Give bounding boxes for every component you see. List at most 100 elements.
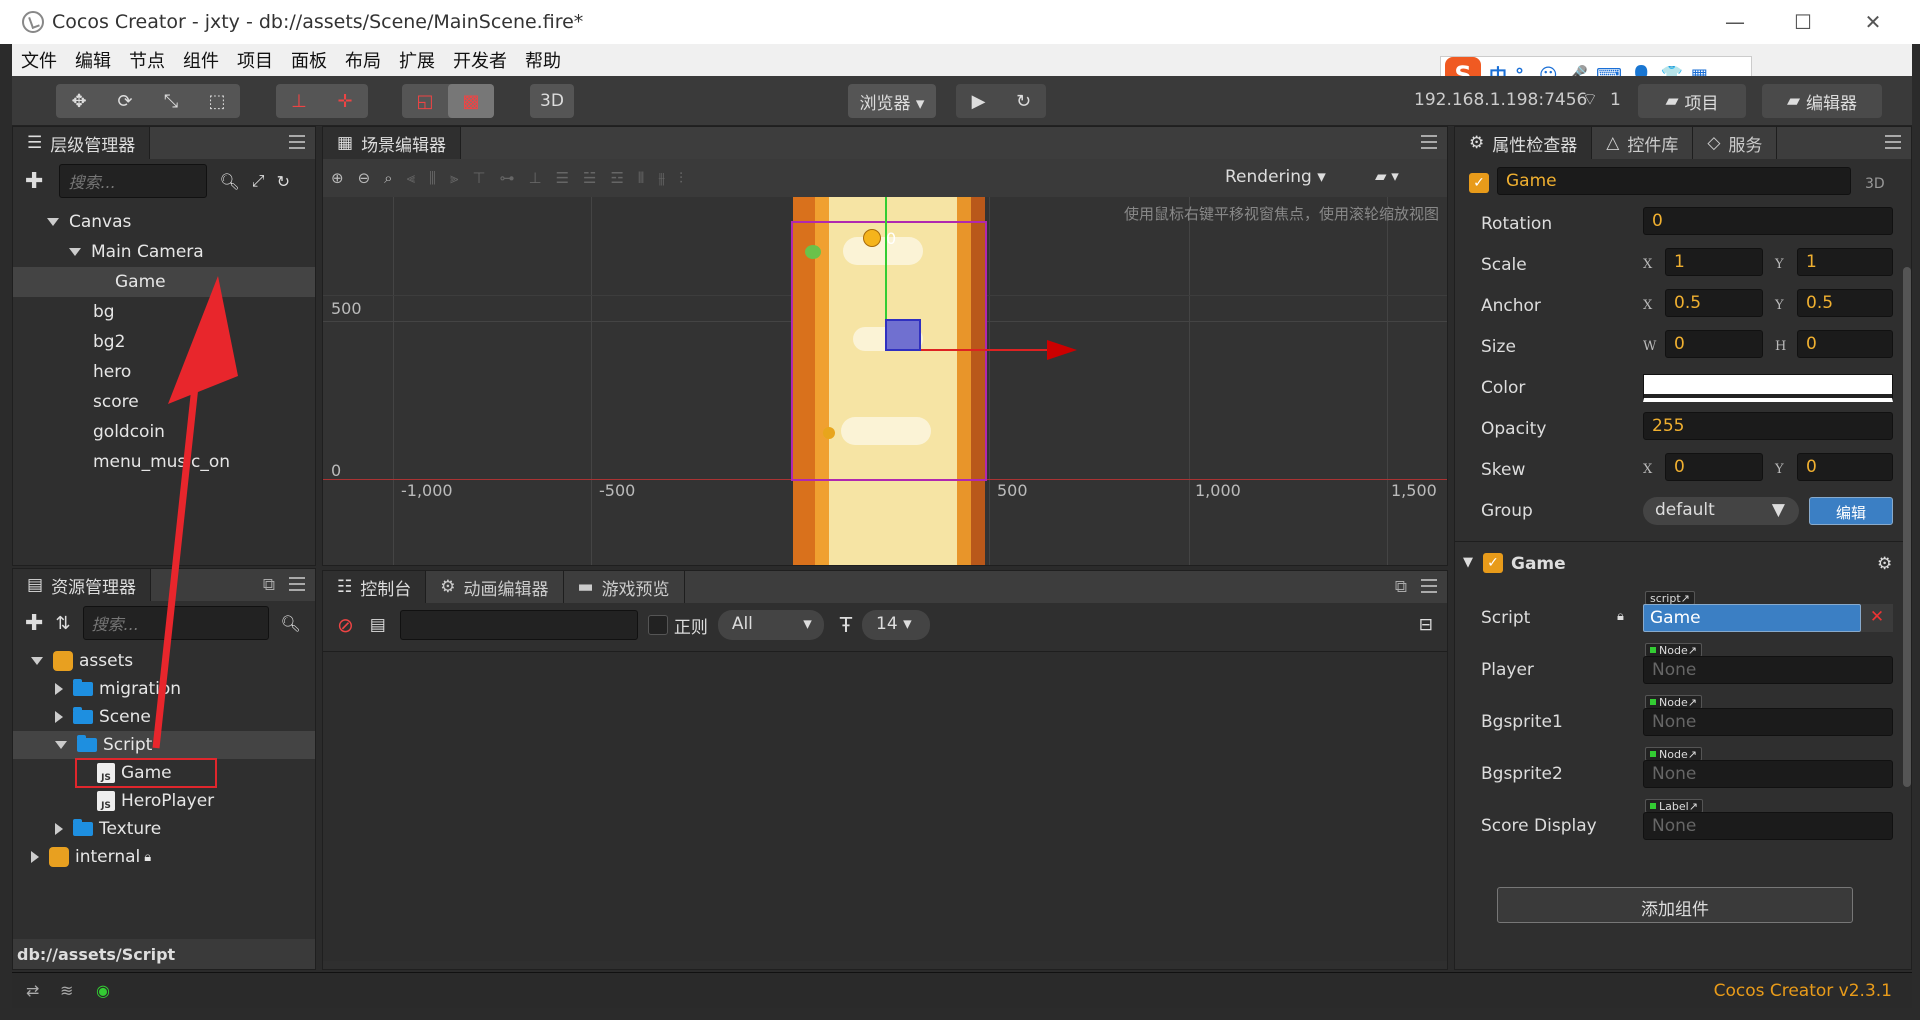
console-filter-input[interactable] — [399, 610, 638, 640]
bgsprite1-field[interactable]: None — [1643, 708, 1893, 736]
tab-console[interactable]: ☷ 控制台 — [323, 571, 427, 603]
menu-node[interactable]: 节点 — [120, 47, 174, 73]
font-size-select[interactable]: 14 ▾ — [862, 610, 931, 640]
menu-extension[interactable]: 扩展 — [390, 47, 444, 73]
tab-scene[interactable]: ▦ 场景编辑器 — [323, 127, 462, 159]
menu-component[interactable]: 组件 — [174, 47, 228, 73]
log-level-select[interactable]: All ▾ — [717, 610, 824, 640]
skew-y-input[interactable]: 0 — [1797, 453, 1893, 481]
asset-folder-internal[interactable]: internal 🔒︎ — [13, 843, 315, 871]
tab-game-preview[interactable]: ▬ 游戏预览 — [563, 571, 685, 603]
pivot-icon[interactable]: ⊥ — [276, 84, 322, 118]
group-edit-button[interactable]: 编辑 — [1809, 497, 1893, 525]
distribute-left-icon[interactable]: ⫴ — [638, 169, 644, 187]
node-type-badge[interactable]: Node ↗ — [1645, 695, 1702, 709]
caret-right-icon[interactable] — [55, 711, 63, 723]
x-gizmo-arrow[interactable] — [1047, 340, 1077, 360]
tab-animation-editor[interactable]: ⚙ 动画编辑器 — [426, 571, 564, 603]
score-display-field[interactable]: None — [1643, 812, 1893, 840]
menu-help[interactable]: 帮助 — [516, 47, 570, 73]
assets-menu-icon[interactable] — [289, 577, 305, 591]
scene-canvas[interactable]: 0 使用鼠标右键平移视窗焦点，使用滚轮缩放视图 500 0 -1,000 -50… — [323, 197, 1447, 565]
component-enabled-checkbox[interactable]: ✓ — [1483, 553, 1503, 573]
menu-file[interactable]: 文件 — [12, 47, 66, 73]
zoom-in-icon[interactable]: ⊕ — [331, 169, 344, 187]
distribute-mid-icon[interactable]: ☱ — [583, 169, 596, 187]
node-active-checkbox[interactable]: ✓ — [1469, 173, 1489, 193]
camera-icon[interactable]: ▰ ▾ — [1375, 167, 1399, 185]
asset-folder-texture[interactable]: Texture — [13, 815, 315, 843]
align-top-icon[interactable]: ⊤ — [472, 169, 485, 187]
node-type-badge[interactable]: Node ↗ — [1645, 643, 1702, 657]
tree-node-goldcoin[interactable]: goldcoin — [13, 417, 315, 447]
tab-hierarchy[interactable]: ☰ 层级管理器 — [13, 127, 151, 159]
node-name-input[interactable]: Game — [1497, 167, 1851, 195]
minimize-button[interactable]: — — [1700, 0, 1770, 44]
script-type-badge[interactable]: script ↗ — [1645, 591, 1695, 605]
distribute-center-icon[interactable]: ⫵ — [658, 169, 665, 187]
rotation-input[interactable]: 0 — [1643, 207, 1893, 235]
3d-toggle-button[interactable]: 3D — [530, 84, 574, 118]
hierarchy-menu-icon[interactable] — [289, 135, 305, 149]
maximize-button[interactable]: ☐ — [1768, 0, 1838, 44]
asset-folder-migration[interactable]: migration — [13, 675, 315, 703]
align-center-icon[interactable]: ⫼ — [429, 169, 436, 187]
scene-menu-icon[interactable] — [1421, 135, 1437, 149]
local-icon[interactable]: ✛ — [322, 84, 368, 118]
tree-node-menu-music-on[interactable]: menu_music_on — [13, 447, 315, 477]
anchor-x-input[interactable]: 0.5 — [1665, 289, 1763, 317]
tree-node-hero[interactable]: hero — [13, 357, 315, 387]
asset-folder-script[interactable]: Script — [13, 731, 315, 759]
sort-icon[interactable]: ⇅ — [55, 613, 70, 634]
clear-icon[interactable]: ⊘ — [337, 613, 354, 637]
tree-node-score[interactable]: score — [13, 387, 315, 417]
size-w-input[interactable]: 0 — [1665, 330, 1763, 358]
console-menu-icon[interactable] — [1421, 579, 1437, 593]
zoom-out-icon[interactable]: ⊖ — [358, 169, 371, 187]
menu-developer[interactable]: 开发者 — [444, 47, 516, 73]
opacity-input[interactable]: 255 — [1643, 412, 1893, 440]
caret-down-icon[interactable] — [55, 741, 67, 749]
hierarchy-search-input[interactable]: 搜索... — [59, 164, 208, 198]
eye-icon[interactable]: ◉ — [96, 981, 110, 1000]
tab-assets[interactable]: ▤ 资源管理器 — [13, 569, 152, 601]
menu-project[interactable]: 项目 — [228, 47, 282, 73]
inspector-menu-icon[interactable] — [1885, 135, 1901, 149]
caret-down-icon[interactable] — [31, 657, 43, 665]
search-icon[interactable]: 🔍︎ — [219, 172, 239, 191]
rotate-tool-icon[interactable]: ⟳ — [102, 84, 148, 118]
distribute-bottom-icon[interactable]: ☲ — [610, 169, 623, 187]
player-field[interactable]: None — [1643, 656, 1893, 684]
scale-y-input[interactable]: 1 — [1797, 248, 1893, 276]
tree-node-bg2[interactable]: bg2 — [13, 327, 315, 357]
snap-icon[interactable]: ◱ — [402, 84, 448, 118]
caret-down-icon[interactable] — [69, 248, 81, 256]
browser-select[interactable]: 浏览器 ▾ — [848, 84, 936, 118]
tab-services[interactable]: ◇ 服务 — [1693, 127, 1778, 159]
popout-icon[interactable]: ⧉ — [263, 575, 275, 595]
grid-snap-icon[interactable]: ▩ — [448, 84, 494, 118]
scale-tool-icon[interactable]: ⤡ — [148, 84, 194, 118]
tree-node-canvas[interactable]: Canvas — [13, 207, 315, 237]
selected-node-gizmo[interactable] — [885, 319, 921, 351]
caret-down-icon[interactable] — [47, 218, 59, 226]
popout-icon[interactable]: ⧉ — [1395, 577, 1407, 597]
asset-folder-scene[interactable]: Scene — [13, 703, 315, 731]
caret-right-icon[interactable] — [31, 851, 39, 863]
asset-script-heroplayer[interactable]: JS HeroPlayer — [13, 787, 315, 815]
add-component-button[interactable]: 添加组件 — [1497, 887, 1853, 923]
script-field[interactable]: Game — [1643, 604, 1861, 632]
align-left-icon[interactable]: ⫷ — [407, 169, 415, 187]
menu-layout[interactable]: 布局 — [336, 47, 390, 73]
tree-node-game[interactable]: Game — [13, 267, 315, 297]
zoom-reset-icon[interactable]: ⌕ — [384, 169, 392, 187]
assets-search-input[interactable]: 搜索... — [82, 606, 269, 640]
bgsprite2-field[interactable]: None — [1643, 760, 1893, 788]
menu-panel[interactable]: 面板 — [282, 47, 336, 73]
align-bottom-icon[interactable]: ⊥ — [528, 169, 541, 187]
collapse-icon[interactable]: ⊟ — [1419, 615, 1433, 635]
caret-right-icon[interactable] — [55, 823, 63, 835]
anchor-y-input[interactable]: 0.5 — [1797, 289, 1893, 317]
rendering-select[interactable]: Rendering ▾ — [1225, 167, 1326, 187]
group-select[interactable]: default ▼ — [1643, 497, 1799, 525]
